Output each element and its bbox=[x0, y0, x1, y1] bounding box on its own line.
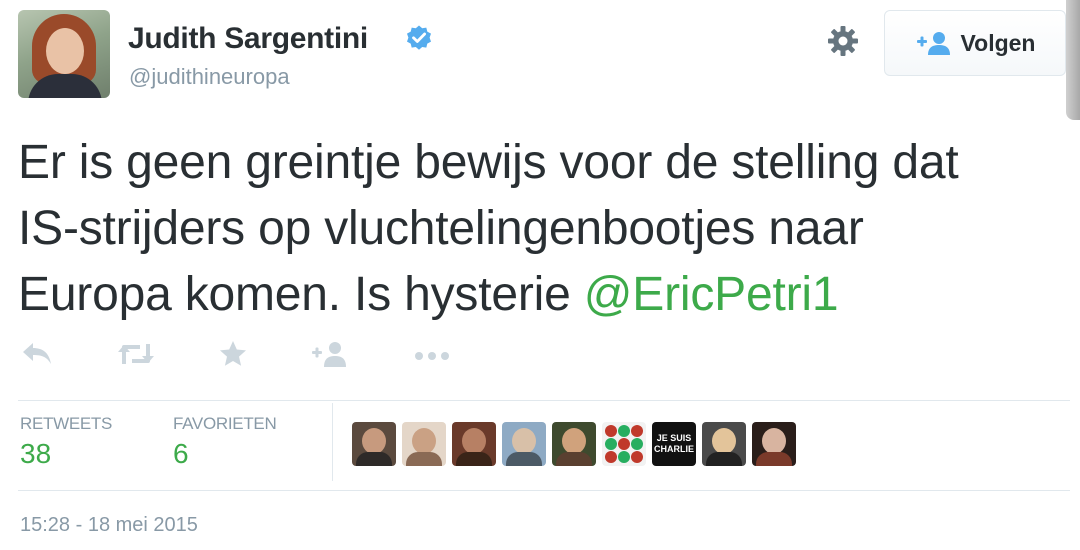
favoriter-avatar[interactable] bbox=[752, 422, 796, 466]
follow-button[interactable]: Volgen bbox=[884, 10, 1066, 76]
pattern-avatar-icon bbox=[605, 425, 643, 463]
scrollbar[interactable] bbox=[1066, 0, 1080, 120]
retweet-button[interactable] bbox=[116, 336, 156, 372]
follow-icon bbox=[312, 342, 346, 367]
tweet-text: Er is geen greintje bewijs voor de stell… bbox=[18, 130, 1068, 328]
divider-top bbox=[18, 400, 1070, 401]
favoriter-avatar-jesuischarlie[interactable]: JE SUIS CHARLIE bbox=[652, 422, 696, 466]
more-button[interactable] bbox=[412, 336, 452, 372]
tweet-timestamp[interactable]: 15:28 - 18 mei 2015 bbox=[20, 514, 198, 537]
tweet-line-3-text: Europa komen. Is hysterie bbox=[18, 268, 584, 321]
favoriter-avatars: JE SUIS CHARLIE bbox=[352, 422, 796, 466]
tweet-line-3: Europa komen. Is hysterie @EricPetri1 bbox=[18, 262, 1068, 328]
favoriter-avatar[interactable] bbox=[402, 422, 446, 466]
favorite-button[interactable] bbox=[218, 336, 248, 372]
author-avatar[interactable] bbox=[18, 10, 110, 98]
favoriter-avatar[interactable] bbox=[702, 422, 746, 466]
favoriter-avatar[interactable] bbox=[352, 422, 396, 466]
follow-action-button[interactable] bbox=[310, 336, 350, 372]
more-icon bbox=[415, 352, 449, 360]
retweets-label: RETWEETS bbox=[20, 414, 113, 433]
favorite-icon bbox=[220, 341, 246, 366]
retweets-count[interactable]: 38 bbox=[20, 438, 112, 470]
author-handle[interactable]: @judithineuropa bbox=[129, 64, 290, 90]
follow-label: Volgen bbox=[960, 29, 1036, 56]
stats-separator bbox=[332, 403, 333, 481]
banner-line-1: JE SUIS bbox=[656, 433, 692, 443]
reply-button[interactable] bbox=[20, 336, 54, 372]
favorites-count[interactable]: 6 bbox=[173, 438, 276, 470]
tweet-line-2: IS-strijders op vluchtelingenbootjes naa… bbox=[18, 202, 864, 255]
avatar-face bbox=[46, 28, 84, 74]
add-user-icon bbox=[916, 32, 950, 55]
favorites-label: FAVORIETEN bbox=[173, 414, 277, 433]
tweet-card: Judith Sargentini @judithineuropa Volgen… bbox=[0, 0, 1080, 550]
gear-icon[interactable] bbox=[826, 24, 860, 58]
tweet-line-1: Er is geen greintje bewijs voor de stell… bbox=[18, 136, 959, 189]
favorites-stat[interactable]: FAVORIETEN 6 bbox=[173, 414, 277, 470]
author-name[interactable]: Judith Sargentini bbox=[128, 22, 368, 56]
retweet-icon bbox=[118, 344, 154, 364]
banner-line-2: CHARLIE bbox=[654, 444, 694, 454]
favoriter-avatar[interactable] bbox=[602, 422, 646, 466]
reply-icon bbox=[23, 343, 51, 364]
favoriter-avatar[interactable] bbox=[452, 422, 496, 466]
retweets-stat[interactable]: RETWEETS 38 bbox=[20, 414, 112, 470]
favoriter-avatar[interactable] bbox=[502, 422, 546, 466]
mention-link[interactable]: @EricPetri1 bbox=[584, 268, 839, 321]
divider-bottom bbox=[18, 490, 1070, 491]
verified-badge-icon bbox=[407, 25, 431, 50]
favoriter-avatar[interactable] bbox=[552, 422, 596, 466]
